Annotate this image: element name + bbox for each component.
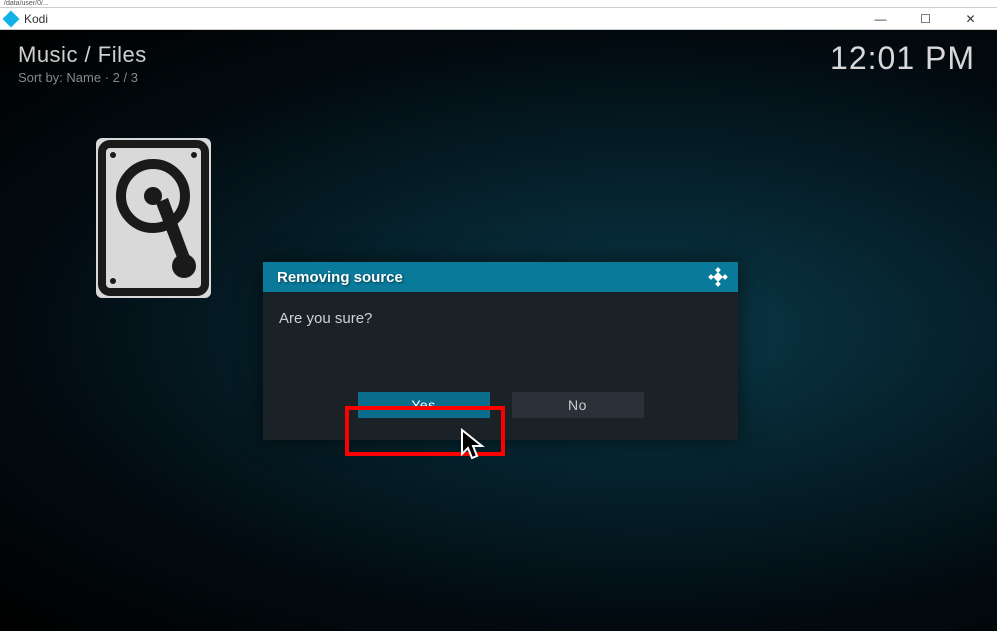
source-hdd-icon[interactable] xyxy=(96,138,211,298)
maximize-button[interactable]: ☐ xyxy=(903,8,948,30)
window-controls: — ☐ ✕ xyxy=(858,8,993,30)
clock: 12:01 PM xyxy=(830,40,975,77)
window-title: Kodi xyxy=(24,12,48,26)
dialog-title: Removing source xyxy=(277,269,403,286)
breadcrumb-path: Music / Files xyxy=(18,42,147,68)
no-button[interactable]: No xyxy=(512,392,644,418)
dialog-message: Are you sure? xyxy=(263,292,738,392)
window-titlebar: Kodi — ☐ ✕ xyxy=(0,8,997,30)
kodi-logo-icon xyxy=(708,267,728,287)
kodi-main-area: Music / Files Sort by: Name · 2 / 3 12:0… xyxy=(0,30,997,631)
dialog-header: Removing source xyxy=(263,262,738,292)
minimize-button[interactable]: — xyxy=(858,8,903,30)
os-path-bar: /data/user/0/... xyxy=(0,0,997,8)
hdd-icon xyxy=(96,138,211,298)
close-window-button[interactable]: ✕ xyxy=(948,8,993,30)
yes-button[interactable]: Yes xyxy=(358,392,490,418)
kodi-app-icon xyxy=(4,12,18,26)
breadcrumb-sort: Sort by: Name · 2 / 3 xyxy=(18,70,147,85)
confirm-dialog: Removing source Are you sure? Yes No xyxy=(263,262,738,440)
breadcrumb: Music / Files Sort by: Name · 2 / 3 xyxy=(18,42,147,85)
dialog-button-row: Yes No xyxy=(263,392,738,440)
